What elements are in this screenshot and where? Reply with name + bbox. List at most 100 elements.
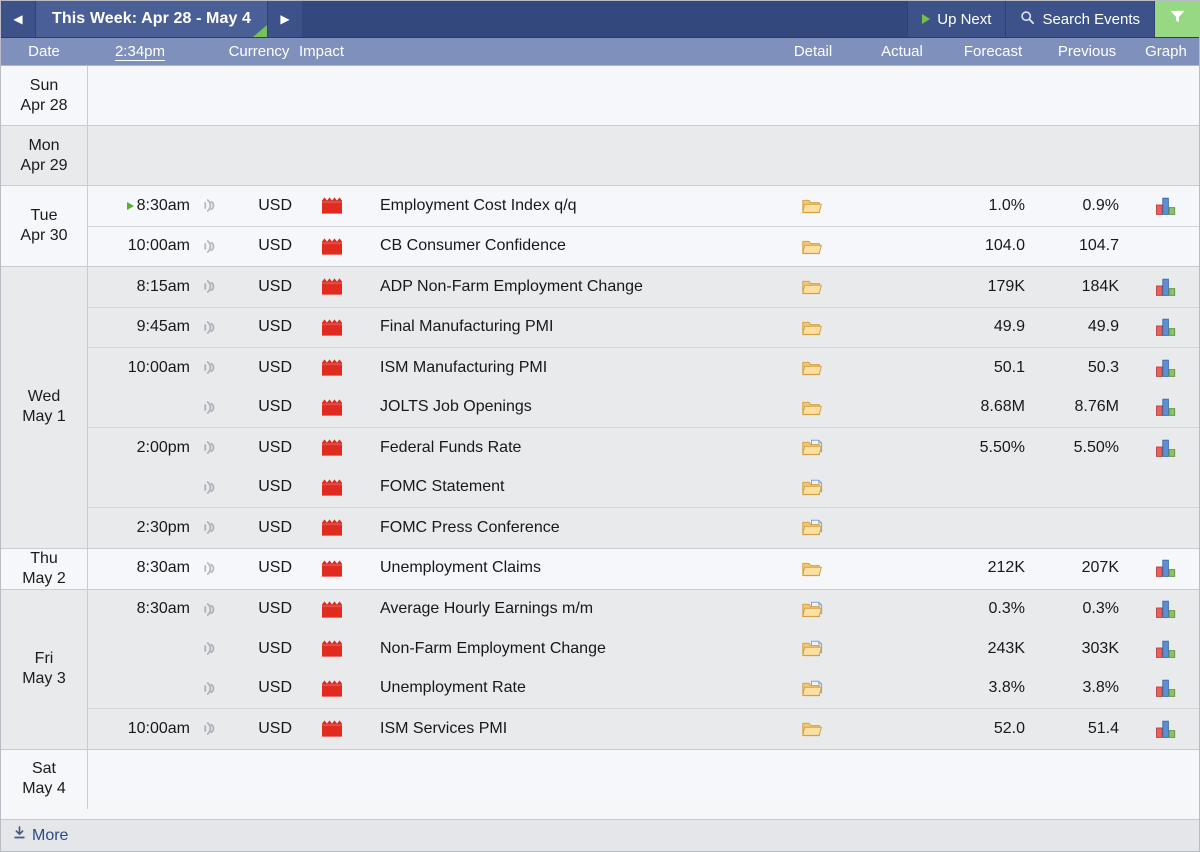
column-header-forecast: Forecast — [963, 43, 1023, 60]
event-title[interactable]: Employment Cost Index q/q — [372, 186, 767, 226]
impact-high-icon[interactable] — [321, 518, 343, 537]
previous-week-button[interactable]: ◀ — [1, 1, 36, 37]
audio-alert-icon[interactable] — [203, 720, 219, 737]
day-weekday-label: Tue — [30, 207, 58, 224]
event-row[interactable]: 8:30am USD Employment Cost Index q/q 1.0% 0.… — [88, 186, 1199, 226]
audio-alert-icon[interactable] — [203, 278, 219, 295]
event-row[interactable]: USD Unemployment Rate 3.8% 3.8% — [88, 669, 1199, 709]
event-row[interactable]: 10:00am USD CB Consumer Confidence 104.0 104… — [88, 225, 1199, 267]
folder-with-document-icon[interactable] — [802, 640, 824, 657]
event-title[interactable]: Unemployment Rate — [372, 669, 767, 709]
folder-with-document-icon[interactable] — [802, 479, 824, 496]
audio-alert-icon[interactable] — [203, 601, 219, 618]
event-title[interactable]: ADP Non-Farm Employment Change — [372, 267, 767, 307]
audio-alert-icon[interactable] — [203, 519, 219, 536]
folder-icon[interactable] — [802, 238, 824, 255]
event-row[interactable]: 2:30pm USD FOMC Press Conference — [88, 507, 1199, 548]
folder-icon[interactable] — [802, 319, 824, 336]
audio-alert-icon[interactable] — [203, 359, 219, 376]
graph-icon[interactable] — [1155, 678, 1177, 698]
graph-icon[interactable] — [1155, 196, 1177, 216]
event-row[interactable]: USD Non-Farm Employment Change 243K 303K — [88, 629, 1199, 669]
impact-high-icon[interactable] — [321, 277, 343, 296]
event-title[interactable]: ISM Manufacturing PMI — [372, 348, 767, 388]
up-next-button[interactable]: Up Next — [907, 1, 1006, 37]
graph-icon[interactable] — [1155, 317, 1177, 337]
event-row[interactable]: 2:00pm USD Federal Funds Rate 5.50% 5.50% — [88, 427, 1199, 468]
graph-icon[interactable] — [1155, 719, 1177, 739]
graph-icon[interactable] — [1155, 277, 1177, 297]
event-title[interactable]: JOLTS Job Openings — [372, 388, 767, 428]
impact-high-icon[interactable] — [321, 358, 343, 377]
impact-high-icon[interactable] — [321, 679, 343, 698]
audio-alert-icon[interactable] — [203, 399, 219, 416]
event-previous: 50.3 — [1087, 358, 1119, 376]
event-row[interactable]: 8:30am USD Unemployment Claims 212K 207K — [88, 549, 1199, 589]
event-row[interactable]: 10:00am USD ISM Services PMI 52.0 51.4 — [88, 708, 1199, 749]
impact-high-icon[interactable] — [321, 719, 343, 738]
folder-icon[interactable] — [802, 560, 824, 577]
event-actual — [859, 428, 945, 468]
event-actual — [859, 468, 945, 508]
graph-icon[interactable] — [1155, 438, 1177, 458]
event-title[interactable]: CB Consumer Confidence — [372, 227, 767, 267]
event-title[interactable]: Final Manufacturing PMI — [372, 308, 767, 348]
event-title[interactable]: FOMC Statement — [372, 468, 767, 508]
graph-icon[interactable] — [1155, 558, 1177, 578]
filter-button[interactable] — [1154, 1, 1199, 37]
impact-high-icon[interactable] — [321, 398, 343, 417]
event-row[interactable]: USD JOLTS Job Openings 8.68M 8.76M — [88, 388, 1199, 428]
audio-alert-icon[interactable] — [203, 319, 219, 336]
event-title[interactable]: Non-Farm Employment Change — [372, 629, 767, 669]
event-actual — [859, 590, 945, 630]
audio-alert-icon[interactable] — [203, 640, 219, 657]
event-detail-cell — [767, 669, 859, 709]
graph-icon[interactable] — [1155, 358, 1177, 378]
folder-icon[interactable] — [802, 720, 824, 737]
week-title-tab[interactable]: This Week: Apr 28 - May 4 — [36, 1, 268, 37]
event-title[interactable]: ISM Services PMI — [372, 709, 767, 749]
folder-icon[interactable] — [802, 197, 824, 214]
event-row[interactable]: 8:15am USD ADP Non-Farm Employment Change 1… — [88, 267, 1199, 307]
impact-high-icon[interactable] — [321, 559, 343, 578]
audio-alert-icon[interactable] — [203, 680, 219, 697]
event-graph-cell — [1133, 709, 1199, 749]
event-row[interactable]: 10:00am USD ISM Manufacturing PMI 50.1 50.3 — [88, 347, 1199, 388]
graph-icon[interactable] — [1155, 397, 1177, 417]
impact-high-icon[interactable] — [321, 478, 343, 497]
folder-with-document-icon[interactable] — [802, 601, 824, 618]
impact-high-icon[interactable] — [321, 318, 343, 337]
impact-high-icon[interactable] — [321, 600, 343, 619]
day-event-rows — [88, 126, 1199, 185]
folder-with-document-icon[interactable] — [802, 439, 824, 456]
folder-icon[interactable] — [802, 278, 824, 295]
event-title[interactable]: Unemployment Claims — [372, 549, 767, 589]
audio-alert-icon[interactable] — [203, 238, 219, 255]
next-week-button[interactable]: ▶ — [267, 1, 303, 37]
impact-high-icon[interactable] — [321, 639, 343, 658]
event-row[interactable]: USD FOMC Statement — [88, 468, 1199, 508]
audio-alert-icon[interactable] — [203, 479, 219, 496]
search-events-button[interactable]: Search Events — [1005, 1, 1154, 37]
audio-alert-icon[interactable] — [203, 439, 219, 456]
graph-icon[interactable] — [1155, 599, 1177, 619]
impact-high-icon[interactable] — [321, 438, 343, 457]
impact-high-icon[interactable] — [321, 196, 343, 215]
audio-alert-icon[interactable] — [203, 560, 219, 577]
impact-high-icon[interactable] — [321, 237, 343, 256]
event-title[interactable]: FOMC Press Conference — [372, 508, 767, 548]
event-sound-cell — [194, 629, 228, 669]
audio-alert-icon[interactable] — [203, 197, 219, 214]
column-header-time[interactable]: 2:34pm — [87, 38, 193, 65]
folder-with-document-icon[interactable] — [802, 519, 824, 536]
graph-icon[interactable] — [1155, 639, 1177, 659]
event-title[interactable]: Federal Funds Rate — [372, 428, 767, 468]
folder-icon[interactable] — [802, 359, 824, 376]
event-title[interactable]: Average Hourly Earnings m/m — [372, 590, 767, 630]
event-row[interactable]: 9:45am USD Final Manufacturing PMI 49.9 49.9 — [88, 306, 1199, 348]
event-row[interactable]: 8:30am USD Average Hourly Earnings m/m 0.3%… — [88, 590, 1199, 630]
event-previous: 8.76M — [1074, 398, 1119, 416]
folder-icon[interactable] — [802, 399, 824, 416]
more-button[interactable]: More — [13, 826, 68, 845]
folder-with-document-icon[interactable] — [802, 680, 824, 697]
